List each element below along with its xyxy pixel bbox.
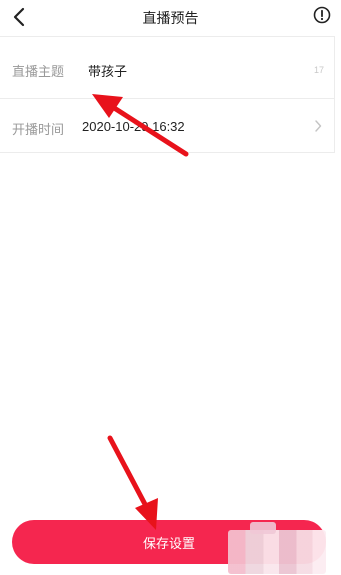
topic-label: 直播主题	[12, 64, 65, 79]
start-time-value[interactable]: 2020-10-29 16:32	[82, 119, 185, 134]
topic-input[interactable]: 带孩子	[88, 61, 127, 80]
page-title: 直播预告	[142, 10, 199, 26]
live-preview-form: 直播主题 带孩子 17 开播时间 2020-10-29 16:32	[0, 36, 335, 153]
start-time-label: 开播时间	[12, 122, 65, 137]
annotation-arrow-save	[107, 435, 158, 530]
topic-char-counter: 17	[313, 65, 324, 75]
info-circle-icon[interactable]	[313, 6, 331, 24]
start-time-row[interactable]: 开播时间 2020-10-29 16:32	[0, 99, 334, 151]
pixelated-watermark-top	[250, 522, 276, 534]
top-nav-bar: 直播预告	[0, 0, 341, 34]
pixelated-watermark	[228, 530, 326, 574]
chevron-right-icon	[315, 120, 322, 132]
topic-row[interactable]: 直播主题 带孩子 17	[0, 37, 334, 99]
